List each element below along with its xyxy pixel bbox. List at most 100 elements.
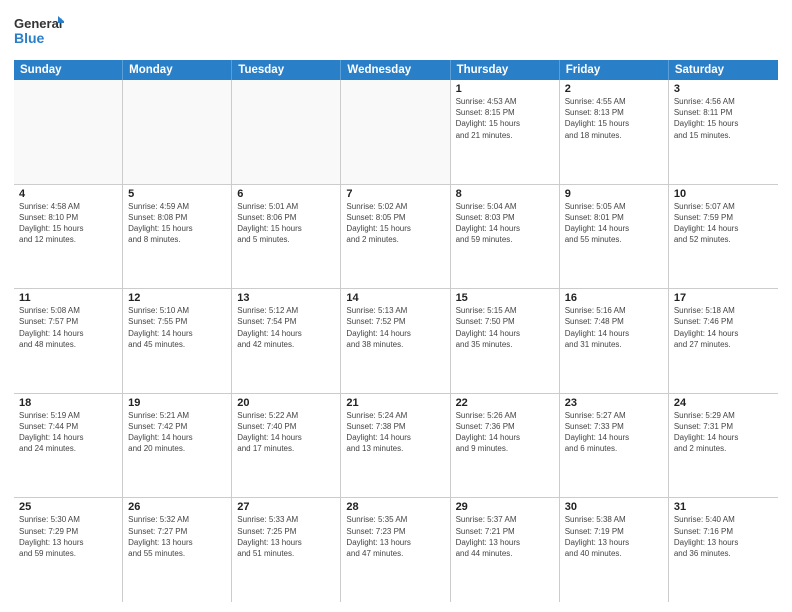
day-info-4: Sunrise: 4:58 AM Sunset: 8:10 PM Dayligh… xyxy=(19,201,117,246)
calendar-row-0: 1Sunrise: 4:53 AM Sunset: 8:15 PM Daylig… xyxy=(14,80,778,185)
svg-text:General: General xyxy=(14,16,62,31)
day-info-11: Sunrise: 5:08 AM Sunset: 7:57 PM Dayligh… xyxy=(19,305,117,350)
header-cell-thursday: Thursday xyxy=(451,60,560,80)
day-number-1: 1 xyxy=(456,83,554,95)
logo: General Blue xyxy=(14,10,64,52)
cal-cell-1-4: 8Sunrise: 5:04 AM Sunset: 8:03 PM Daylig… xyxy=(451,185,560,289)
cal-cell-1-3: 7Sunrise: 5:02 AM Sunset: 8:05 PM Daylig… xyxy=(341,185,450,289)
logo-icon: General Blue xyxy=(14,10,64,52)
day-number-23: 23 xyxy=(565,397,663,409)
day-info-19: Sunrise: 5:21 AM Sunset: 7:42 PM Dayligh… xyxy=(128,410,226,455)
day-info-9: Sunrise: 5:05 AM Sunset: 8:01 PM Dayligh… xyxy=(565,201,663,246)
cal-cell-4-1: 26Sunrise: 5:32 AM Sunset: 7:27 PM Dayli… xyxy=(123,498,232,602)
day-info-3: Sunrise: 4:56 AM Sunset: 8:11 PM Dayligh… xyxy=(674,96,773,141)
header-cell-sunday: Sunday xyxy=(14,60,123,80)
day-info-17: Sunrise: 5:18 AM Sunset: 7:46 PM Dayligh… xyxy=(674,305,773,350)
day-number-22: 22 xyxy=(456,397,554,409)
day-info-22: Sunrise: 5:26 AM Sunset: 7:36 PM Dayligh… xyxy=(456,410,554,455)
cal-cell-4-2: 27Sunrise: 5:33 AM Sunset: 7:25 PM Dayli… xyxy=(232,498,341,602)
day-info-7: Sunrise: 5:02 AM Sunset: 8:05 PM Dayligh… xyxy=(346,201,444,246)
day-info-23: Sunrise: 5:27 AM Sunset: 7:33 PM Dayligh… xyxy=(565,410,663,455)
cal-cell-3-2: 20Sunrise: 5:22 AM Sunset: 7:40 PM Dayli… xyxy=(232,394,341,498)
cal-cell-1-1: 5Sunrise: 4:59 AM Sunset: 8:08 PM Daylig… xyxy=(123,185,232,289)
header-cell-saturday: Saturday xyxy=(669,60,778,80)
day-number-29: 29 xyxy=(456,501,554,513)
cal-cell-3-6: 24Sunrise: 5:29 AM Sunset: 7:31 PM Dayli… xyxy=(669,394,778,498)
calendar-row-2: 11Sunrise: 5:08 AM Sunset: 7:57 PM Dayli… xyxy=(14,289,778,394)
day-number-27: 27 xyxy=(237,501,335,513)
cal-cell-2-4: 15Sunrise: 5:15 AM Sunset: 7:50 PM Dayli… xyxy=(451,289,560,393)
cal-cell-0-6: 3Sunrise: 4:56 AM Sunset: 8:11 PM Daylig… xyxy=(669,80,778,184)
day-info-20: Sunrise: 5:22 AM Sunset: 7:40 PM Dayligh… xyxy=(237,410,335,455)
day-number-16: 16 xyxy=(565,292,663,304)
header-cell-friday: Friday xyxy=(560,60,669,80)
day-info-28: Sunrise: 5:35 AM Sunset: 7:23 PM Dayligh… xyxy=(346,514,444,559)
day-number-8: 8 xyxy=(456,188,554,200)
cal-cell-0-4: 1Sunrise: 4:53 AM Sunset: 8:15 PM Daylig… xyxy=(451,80,560,184)
day-info-14: Sunrise: 5:13 AM Sunset: 7:52 PM Dayligh… xyxy=(346,305,444,350)
day-number-18: 18 xyxy=(19,397,117,409)
day-info-15: Sunrise: 5:15 AM Sunset: 7:50 PM Dayligh… xyxy=(456,305,554,350)
day-number-12: 12 xyxy=(128,292,226,304)
day-number-19: 19 xyxy=(128,397,226,409)
header-cell-monday: Monday xyxy=(123,60,232,80)
cal-cell-0-3 xyxy=(341,80,450,184)
day-info-2: Sunrise: 4:55 AM Sunset: 8:13 PM Dayligh… xyxy=(565,96,663,141)
day-info-25: Sunrise: 5:30 AM Sunset: 7:29 PM Dayligh… xyxy=(19,514,117,559)
cal-cell-2-5: 16Sunrise: 5:16 AM Sunset: 7:48 PM Dayli… xyxy=(560,289,669,393)
header-cell-tuesday: Tuesday xyxy=(232,60,341,80)
day-number-31: 31 xyxy=(674,501,773,513)
day-info-31: Sunrise: 5:40 AM Sunset: 7:16 PM Dayligh… xyxy=(674,514,773,559)
day-number-25: 25 xyxy=(19,501,117,513)
cal-cell-1-6: 10Sunrise: 5:07 AM Sunset: 7:59 PM Dayli… xyxy=(669,185,778,289)
day-number-24: 24 xyxy=(674,397,773,409)
day-info-1: Sunrise: 4:53 AM Sunset: 8:15 PM Dayligh… xyxy=(456,96,554,141)
day-info-13: Sunrise: 5:12 AM Sunset: 7:54 PM Dayligh… xyxy=(237,305,335,350)
cal-cell-4-0: 25Sunrise: 5:30 AM Sunset: 7:29 PM Dayli… xyxy=(14,498,123,602)
day-number-30: 30 xyxy=(565,501,663,513)
calendar-row-3: 18Sunrise: 5:19 AM Sunset: 7:44 PM Dayli… xyxy=(14,394,778,499)
day-number-10: 10 xyxy=(674,188,773,200)
cal-cell-1-2: 6Sunrise: 5:01 AM Sunset: 8:06 PM Daylig… xyxy=(232,185,341,289)
day-info-6: Sunrise: 5:01 AM Sunset: 8:06 PM Dayligh… xyxy=(237,201,335,246)
calendar: SundayMondayTuesdayWednesdayThursdayFrid… xyxy=(14,60,778,602)
calendar-row-4: 25Sunrise: 5:30 AM Sunset: 7:29 PM Dayli… xyxy=(14,498,778,602)
day-info-18: Sunrise: 5:19 AM Sunset: 7:44 PM Dayligh… xyxy=(19,410,117,455)
calendar-header: SundayMondayTuesdayWednesdayThursdayFrid… xyxy=(14,60,778,80)
day-number-15: 15 xyxy=(456,292,554,304)
day-number-28: 28 xyxy=(346,501,444,513)
day-info-30: Sunrise: 5:38 AM Sunset: 7:19 PM Dayligh… xyxy=(565,514,663,559)
cal-cell-3-4: 22Sunrise: 5:26 AM Sunset: 7:36 PM Dayli… xyxy=(451,394,560,498)
day-info-29: Sunrise: 5:37 AM Sunset: 7:21 PM Dayligh… xyxy=(456,514,554,559)
day-number-3: 3 xyxy=(674,83,773,95)
day-number-20: 20 xyxy=(237,397,335,409)
day-number-4: 4 xyxy=(19,188,117,200)
day-info-5: Sunrise: 4:59 AM Sunset: 8:08 PM Dayligh… xyxy=(128,201,226,246)
cal-cell-2-1: 12Sunrise: 5:10 AM Sunset: 7:55 PM Dayli… xyxy=(123,289,232,393)
day-info-8: Sunrise: 5:04 AM Sunset: 8:03 PM Dayligh… xyxy=(456,201,554,246)
day-number-5: 5 xyxy=(128,188,226,200)
day-number-21: 21 xyxy=(346,397,444,409)
day-info-21: Sunrise: 5:24 AM Sunset: 7:38 PM Dayligh… xyxy=(346,410,444,455)
day-info-26: Sunrise: 5:32 AM Sunset: 7:27 PM Dayligh… xyxy=(128,514,226,559)
cal-cell-2-2: 13Sunrise: 5:12 AM Sunset: 7:54 PM Dayli… xyxy=(232,289,341,393)
cal-cell-3-0: 18Sunrise: 5:19 AM Sunset: 7:44 PM Dayli… xyxy=(14,394,123,498)
cal-cell-1-0: 4Sunrise: 4:58 AM Sunset: 8:10 PM Daylig… xyxy=(14,185,123,289)
day-number-2: 2 xyxy=(565,83,663,95)
cal-cell-3-1: 19Sunrise: 5:21 AM Sunset: 7:42 PM Dayli… xyxy=(123,394,232,498)
svg-text:Blue: Blue xyxy=(14,30,45,46)
day-info-12: Sunrise: 5:10 AM Sunset: 7:55 PM Dayligh… xyxy=(128,305,226,350)
cal-cell-0-5: 2Sunrise: 4:55 AM Sunset: 8:13 PM Daylig… xyxy=(560,80,669,184)
day-number-6: 6 xyxy=(237,188,335,200)
day-number-9: 9 xyxy=(565,188,663,200)
day-number-13: 13 xyxy=(237,292,335,304)
day-info-24: Sunrise: 5:29 AM Sunset: 7:31 PM Dayligh… xyxy=(674,410,773,455)
cal-cell-0-0 xyxy=(14,80,123,184)
day-number-17: 17 xyxy=(674,292,773,304)
header-cell-wednesday: Wednesday xyxy=(341,60,450,80)
cal-cell-4-6: 31Sunrise: 5:40 AM Sunset: 7:16 PM Dayli… xyxy=(669,498,778,602)
cal-cell-0-2 xyxy=(232,80,341,184)
day-info-27: Sunrise: 5:33 AM Sunset: 7:25 PM Dayligh… xyxy=(237,514,335,559)
day-number-26: 26 xyxy=(128,501,226,513)
cal-cell-3-5: 23Sunrise: 5:27 AM Sunset: 7:33 PM Dayli… xyxy=(560,394,669,498)
